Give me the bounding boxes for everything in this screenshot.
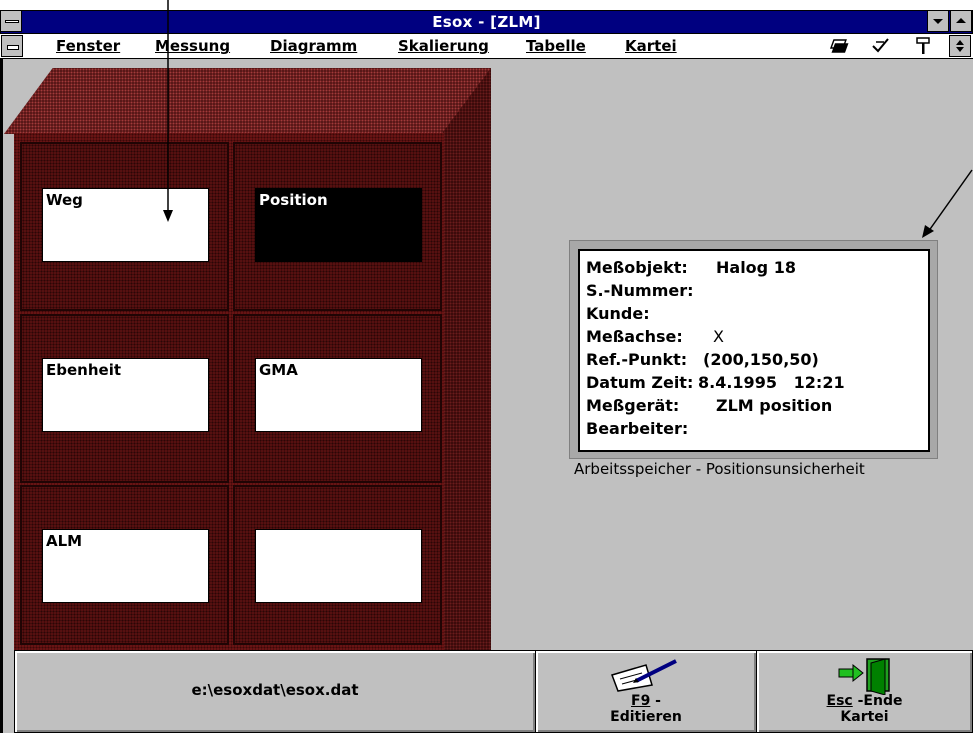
drawer-alm[interactable]: ALM xyxy=(20,485,229,645)
info-row-datum-zeit: Datum Zeit: 8.4.1995 12:21 xyxy=(586,373,845,392)
info-caption: Arbeitsspeicher - Positionsunsicherheit xyxy=(574,460,865,478)
info-row-ref-punkt: Ref.-Punkt: (200,150,50) xyxy=(586,350,819,369)
info-row-messachse: Meßachse: X xyxy=(586,327,724,346)
edit-label: Editieren xyxy=(610,709,682,725)
exit-suffix: -Ende xyxy=(852,693,903,709)
file-path-panel: e:\esoxdat\esox.dat xyxy=(14,650,536,733)
drawer-ebenheit[interactable]: Ebenheit xyxy=(20,314,229,483)
annotation-arrows xyxy=(163,0,973,238)
edit-button[interactable]: F9 - Editieren xyxy=(535,650,757,733)
edit-card-icon xyxy=(611,659,677,692)
info-row-messgeraet: Meßgerät: ZLM position xyxy=(586,396,833,415)
exit-label: Kartei xyxy=(840,709,889,725)
edit-suffix: - xyxy=(650,693,661,709)
drawer-empty[interactable] xyxy=(233,485,442,645)
exit-key: Esc xyxy=(826,693,853,709)
drawer-gma[interactable]: GMA xyxy=(233,314,442,483)
drawer-label-empty xyxy=(255,529,422,603)
exit-button[interactable]: Esc -Ende Kartei xyxy=(756,650,973,733)
edit-key: F9 xyxy=(631,693,651,709)
info-row-s-nummer: S.-Nummer: xyxy=(586,281,694,300)
drawer-label-gma: GMA xyxy=(255,358,422,432)
exit-door-icon xyxy=(838,658,890,695)
info-row-bearbeiter: Bearbeiter: xyxy=(586,419,689,438)
info-row-kunde: Kunde: xyxy=(586,304,650,323)
info-panel: Meßobjekt: Halog 18 S.-Nummer: Kunde: Me… xyxy=(578,249,930,452)
drawer-label-alm: ALM xyxy=(42,529,209,603)
file-path: e:\esoxdat\esox.dat xyxy=(191,681,359,699)
info-row-messobjekt: Meßobjekt: Halog 18 xyxy=(586,258,796,277)
drawer-label-ebenheit: Ebenheit xyxy=(42,358,209,432)
